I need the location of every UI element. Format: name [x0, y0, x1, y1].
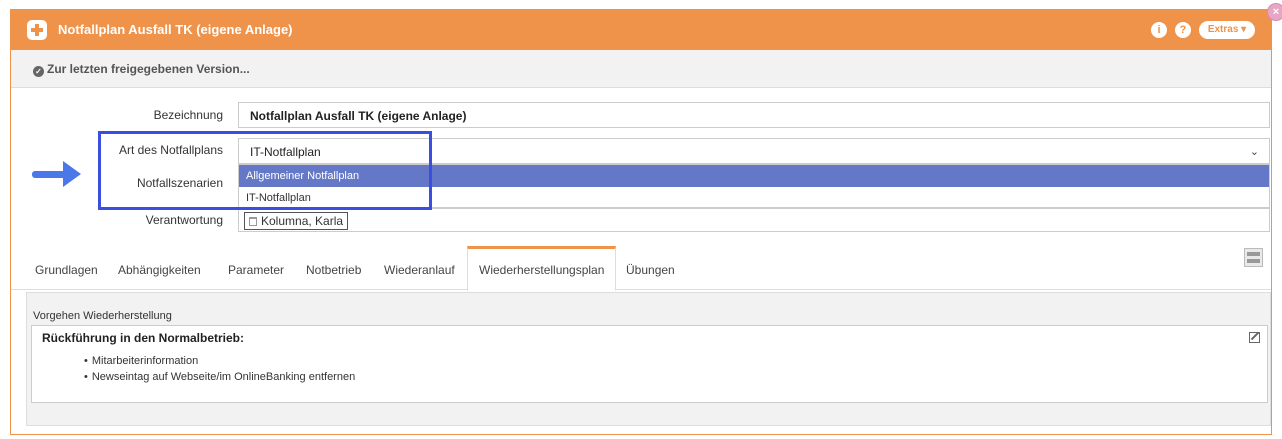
window-title: Notfallplan Ausfall TK (eigene Anlage)	[58, 22, 293, 37]
bezeichnung-value: Notfallplan Ausfall TK (eigene Anlage)	[250, 109, 467, 123]
edit-icon[interactable]	[1249, 332, 1260, 343]
info-icon[interactable]: i	[1151, 22, 1167, 38]
layout-toggle-icon[interactable]	[1244, 248, 1263, 267]
trash-icon[interactable]	[249, 217, 257, 226]
verantwortung-label: Verantwortung	[145, 213, 223, 227]
rich-text-box[interactable]: Rückführung in den Normalbetrieb: Mitarb…	[31, 325, 1268, 403]
content-panel: Vorgehen Wiederherstellung Rückführung i…	[26, 292, 1271, 426]
version-link[interactable]: ✓ Zur letzten freigegebenen Version...	[33, 62, 250, 77]
panel-label: Vorgehen Wiederherstellung	[33, 310, 172, 322]
extras-button[interactable]: Extras ▾	[1199, 21, 1255, 39]
tab-abhaengigkeiten[interactable]: Abhängigkeiten	[118, 246, 201, 290]
help-icon[interactable]: ?	[1175, 22, 1191, 38]
content-heading: Rückführung in den Normalbetrieb:	[42, 331, 245, 345]
person-tag[interactable]: Kolumna, Karla	[244, 212, 349, 230]
tab-uebungen[interactable]: Übungen	[626, 246, 675, 290]
bullet-list: Mitarbeiterinformation Newseintag auf We…	[84, 353, 355, 385]
bezeichnung-field[interactable]: Notfallplan Ausfall TK (eigene Anlage)	[238, 102, 1270, 128]
tab-parameter[interactable]: Parameter	[228, 246, 284, 290]
title-bar: Notfallplan Ausfall TK (eigene Anlage) i…	[11, 3, 1282, 50]
version-link-label: Zur letzten freigegebenen Version...	[47, 62, 250, 76]
person-tag-label: Kolumna, Karla	[261, 214, 344, 228]
notfallplan-window: Notfallplan Ausfall TK (eigene Anlage) i…	[10, 3, 1282, 435]
list-item: Mitarbeiterinformation	[84, 353, 355, 369]
verantwortung-field[interactable]: Kolumna, Karla	[238, 208, 1270, 232]
chevron-down-icon[interactable]: ⌄	[1250, 145, 1259, 158]
version-bar: ✓ Zur letzten freigegebenen Version...	[11, 50, 1271, 88]
highlight-box	[98, 131, 432, 210]
pointer-arrow-head	[63, 161, 81, 187]
tab-bar: Grundlagen Abhängigkeiten Parameter Notb…	[11, 246, 1271, 291]
tab-notbetrieb[interactable]: Notbetrieb	[306, 246, 361, 290]
tab-wiederanlauf[interactable]: Wiederanlauf	[384, 246, 455, 290]
first-aid-icon	[27, 20, 47, 40]
list-item: Newseintag auf Webseite/im OnlineBanking…	[84, 369, 355, 385]
check-circle-icon: ✓	[33, 66, 44, 77]
tab-grundlagen[interactable]: Grundlagen	[35, 246, 98, 290]
close-icon[interactable]: ×	[1267, 3, 1282, 21]
tab-wiederherstellungsplan[interactable]: Wiederherstellungsplan	[467, 246, 617, 291]
bezeichnung-label: Bezeichnung	[153, 108, 223, 122]
pointer-arrow-icon	[32, 171, 66, 178]
